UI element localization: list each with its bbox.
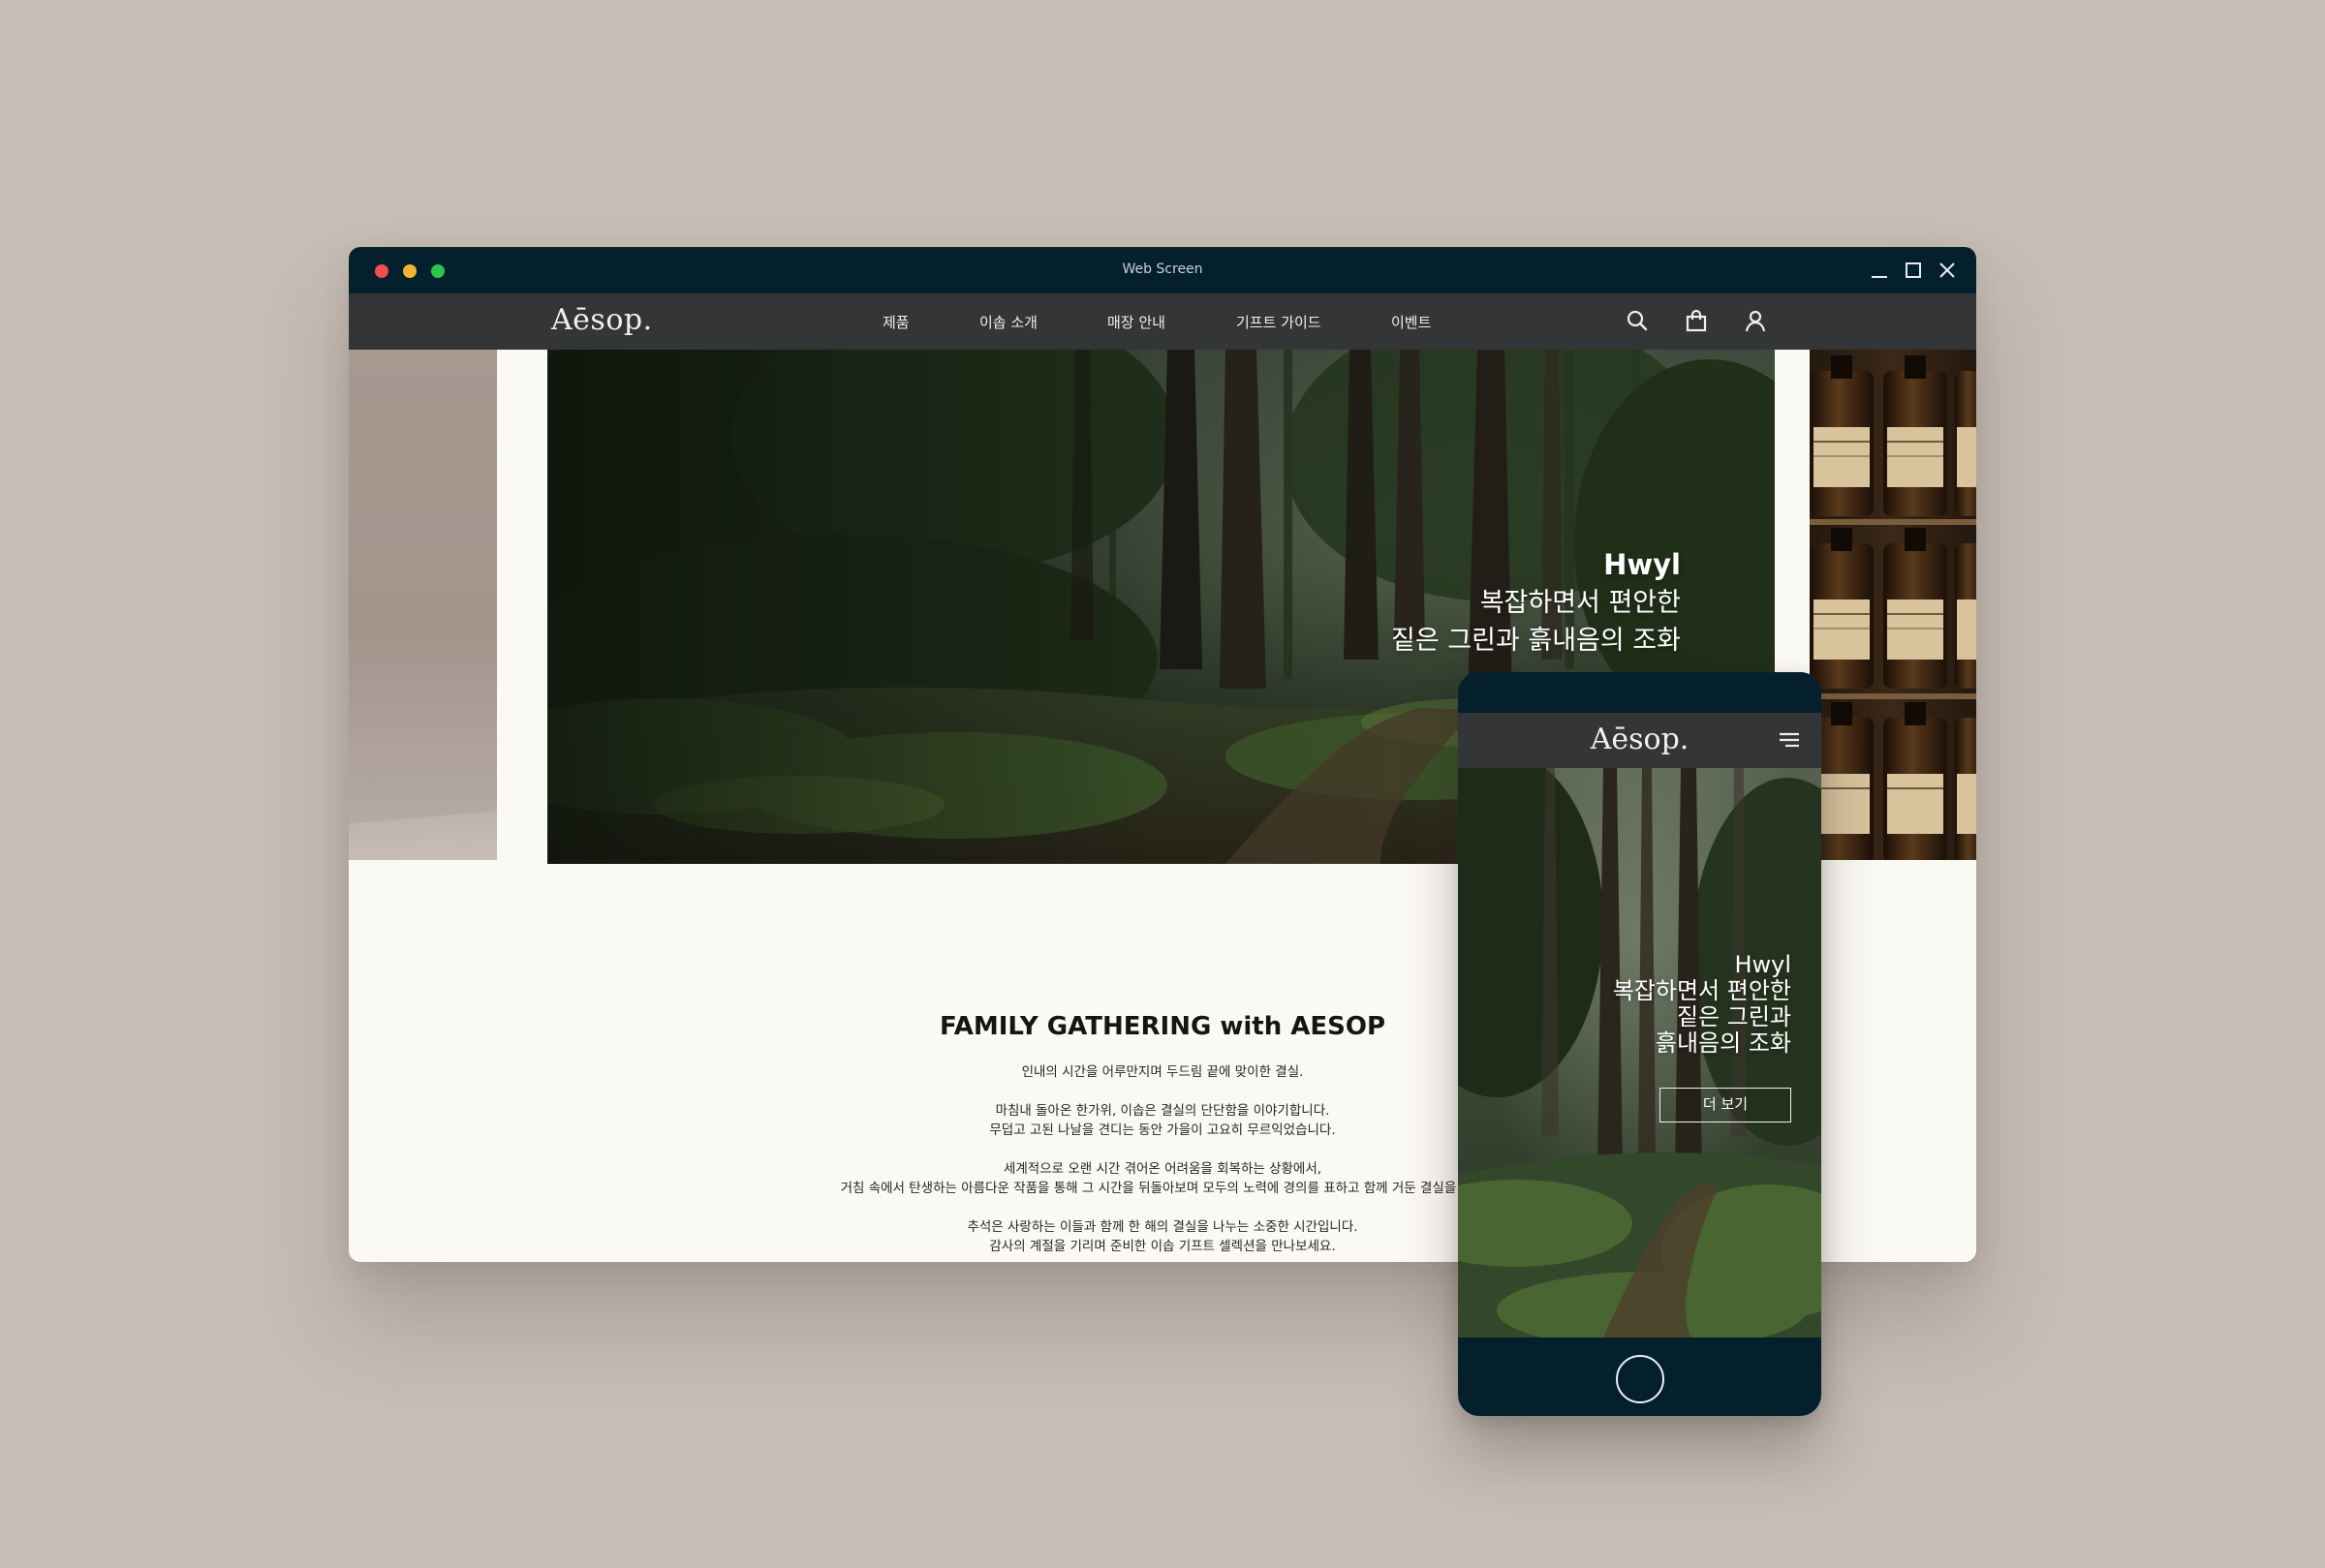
nav-item-events[interactable]: 이벤트 [1391, 312, 1431, 332]
mobile-device: Aēsop. Hwyl 복잡하면서 편안한 짙은 그린과 흙내음의 조화 더 보… [1458, 672, 1821, 1416]
mobile-hero-banner[interactable]: Hwyl 복잡하면서 편안한 짙은 그린과 흙내음의 조화 더 보기 [1458, 768, 1821, 1337]
hero-line-2: 짙은 그린과 흙내음의 조화 [1391, 626, 1681, 656]
mobile-hero-headline: Hwyl [1734, 951, 1791, 978]
paragraph-line: 마침내 돌아온 한가위, 이솝은 결실의 단단함을 이야기합니다. [995, 1103, 1330, 1119]
site-navbar: Aēsop. 제품 이솝 소개 매장 안내 기프트 가이드 이벤트 [349, 293, 1976, 350]
hero-caption: Hwyl 복잡하면서 편안한 짙은 그린과 흙내음의 조화 [1391, 546, 1681, 660]
paragraph-line: 무덥고 고된 나날을 견디는 동안 가을이 고요히 무르익었습니다. [989, 1122, 1336, 1138]
search-icon[interactable] [1624, 307, 1651, 334]
window-titlebar: Web Screen [349, 247, 1976, 293]
hamburger-menu-icon[interactable] [1777, 729, 1802, 753]
nav-item-stores[interactable]: 매장 안내 [1107, 312, 1165, 332]
window-title: Web Screen [1122, 261, 1203, 277]
shopping-bag-icon[interactable] [1683, 307, 1710, 334]
maximize-icon[interactable] [1902, 259, 1925, 282]
view-more-button[interactable]: 더 보기 [1659, 1088, 1791, 1122]
close-icon[interactable] [1936, 259, 1959, 282]
mobile-hero-line-1: 복잡하면서 편안한 [1612, 977, 1791, 1004]
minimize-icon[interactable] [1868, 259, 1891, 282]
paragraph-line: 거침 속에서 탄생하는 아름다운 작품을 통해 그 시간을 뒤돌아보며 모두의 … [840, 1181, 1485, 1196]
hero-line-1: 복잡하면서 편안한 [1479, 588, 1681, 618]
carousel-prev-slide[interactable] [349, 350, 497, 860]
mobile-brand-logo[interactable]: Aēsop. [1458, 723, 1821, 756]
nav-item-about[interactable]: 이솝 소개 [979, 312, 1038, 332]
hero-headline: Hwyl [1603, 548, 1681, 581]
slide-floor-shade [349, 783, 497, 860]
paragraph-line: 감사의 계절을 기리며 준비한 이솝 기프트 셀렉션을 만나보세요. [989, 1239, 1336, 1254]
paragraph-line: 세계적으로 오랜 시간 겪어온 어려움을 회복하는 상황에서, [1003, 1161, 1322, 1177]
phone-status-bar [1458, 672, 1821, 713]
product-shelf-image [1810, 350, 1976, 860]
mobile-hero-line-3: 흙내음의 조화 [1655, 1030, 1791, 1057]
carousel-next-slide[interactable] [1810, 350, 1976, 860]
nav-item-gift-guide[interactable]: 기프트 가이드 [1236, 312, 1321, 332]
paragraph-line: 인내의 시간을 어루만지며 두드림 끝에 맞이한 결실. [1021, 1064, 1304, 1080]
nav-item-products[interactable]: 제품 [883, 312, 910, 332]
mobile-navbar: Aēsop. [1458, 713, 1821, 768]
home-button[interactable] [1616, 1355, 1664, 1403]
brand-logo[interactable]: Aēsop. [551, 303, 653, 337]
paragraph-line: 추석은 사랑하는 이들과 함께 한 해의 결실을 나누는 소중한 시간입니다. [967, 1219, 1358, 1235]
user-icon[interactable] [1742, 307, 1769, 334]
mobile-hero-line-2: 짙은 그린과 [1676, 1003, 1791, 1030]
mobile-hero-caption: Hwyl 복잡하면서 편안한 짙은 그린과 흙내음의 조화 [1613, 952, 1791, 1057]
